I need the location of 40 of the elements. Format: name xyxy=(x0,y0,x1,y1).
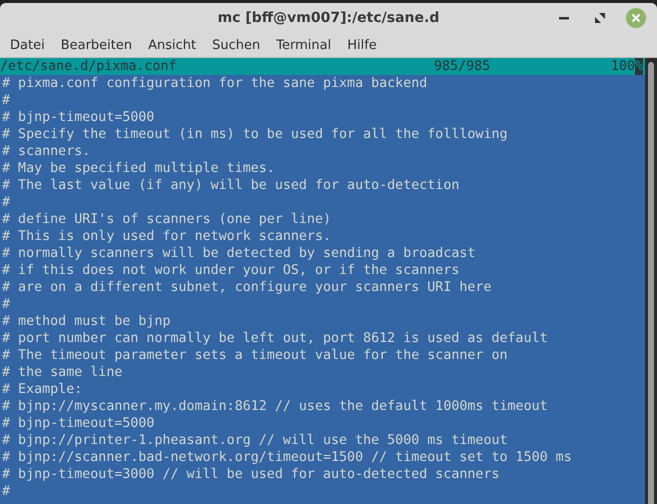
menu-item[interactable]: Bearbeiten xyxy=(52,38,140,52)
close-icon xyxy=(626,8,646,28)
code-line: # May be specified multiple times. xyxy=(1,160,276,177)
line-position: 985/985 xyxy=(434,58,492,75)
code-line: # xyxy=(1,296,12,313)
menu-item[interactable]: Hilfe xyxy=(339,38,385,52)
menu-item[interactable]: Suchen xyxy=(204,38,268,52)
code-line: # scanners. xyxy=(1,143,92,160)
code-line: # This is only used for network scanners. xyxy=(1,228,332,245)
code-line: # bjnp-timeout=3000 // will be used for auto-detected scanners xyxy=(1,466,501,483)
code-line: # the same line xyxy=(1,364,124,381)
code-line: # Example: xyxy=(1,381,84,398)
code-line: # bjnp-timeout=5000 xyxy=(1,415,156,432)
code-line: # bjnp://myscanner.my.domain:8612 // uses the default 1000ms timeout xyxy=(1,398,549,415)
code-line: # define URI's of scanners (one per line) xyxy=(1,211,332,228)
code-line: # bjnp-timeout=5000 xyxy=(1,109,156,126)
code-line: # xyxy=(1,194,12,211)
restore-icon xyxy=(595,13,605,23)
text-cursor: % xyxy=(635,58,644,75)
code-line: # method must be bjnp xyxy=(1,313,172,330)
code-line: # xyxy=(1,483,12,500)
file-path: /etc/sane.d/pixma.conf xyxy=(0,58,178,75)
code-line: # The last value (if any) will be used for auto-detection xyxy=(1,177,460,194)
menu-item[interactable]: Ansicht xyxy=(140,38,204,52)
menu-item[interactable]: Datei xyxy=(2,38,53,52)
menu-item[interactable]: Terminal xyxy=(268,38,340,52)
code-line: # Specify the timeout (in ms) to be used for all the folllowing xyxy=(1,126,509,143)
code-line: # The timeout parameter sets a timeout value for the scanner on xyxy=(1,347,509,364)
code-line: # bjnp://printer-1.pheasant.org // will use the 5000 ms timeout xyxy=(1,432,509,449)
percent-text: 100 xyxy=(611,58,636,75)
code-line: # normally scanners will be detected by sending a broadcast xyxy=(1,245,476,262)
code-line: # are on a different subnet, configure your scanners URI here xyxy=(1,279,492,296)
code-line: # xyxy=(1,92,12,109)
code-line: # pixma.conf configuration for the sane pixma backend xyxy=(1,75,428,92)
scrollbar-thumb[interactable] xyxy=(648,62,654,504)
code-line: # bjnp://scanner.bad-network.org/timeout=1500 // timeout set to 1500 ms xyxy=(1,449,573,466)
minimize-icon xyxy=(559,16,569,20)
code-line: # if this does not work under your OS, or if the scanners xyxy=(1,262,460,279)
window-title: mc [bff@vm007]:/etc/sane.d xyxy=(218,10,440,26)
code-line: # port number can normally be left out, port 8612 is used as default xyxy=(1,330,549,347)
